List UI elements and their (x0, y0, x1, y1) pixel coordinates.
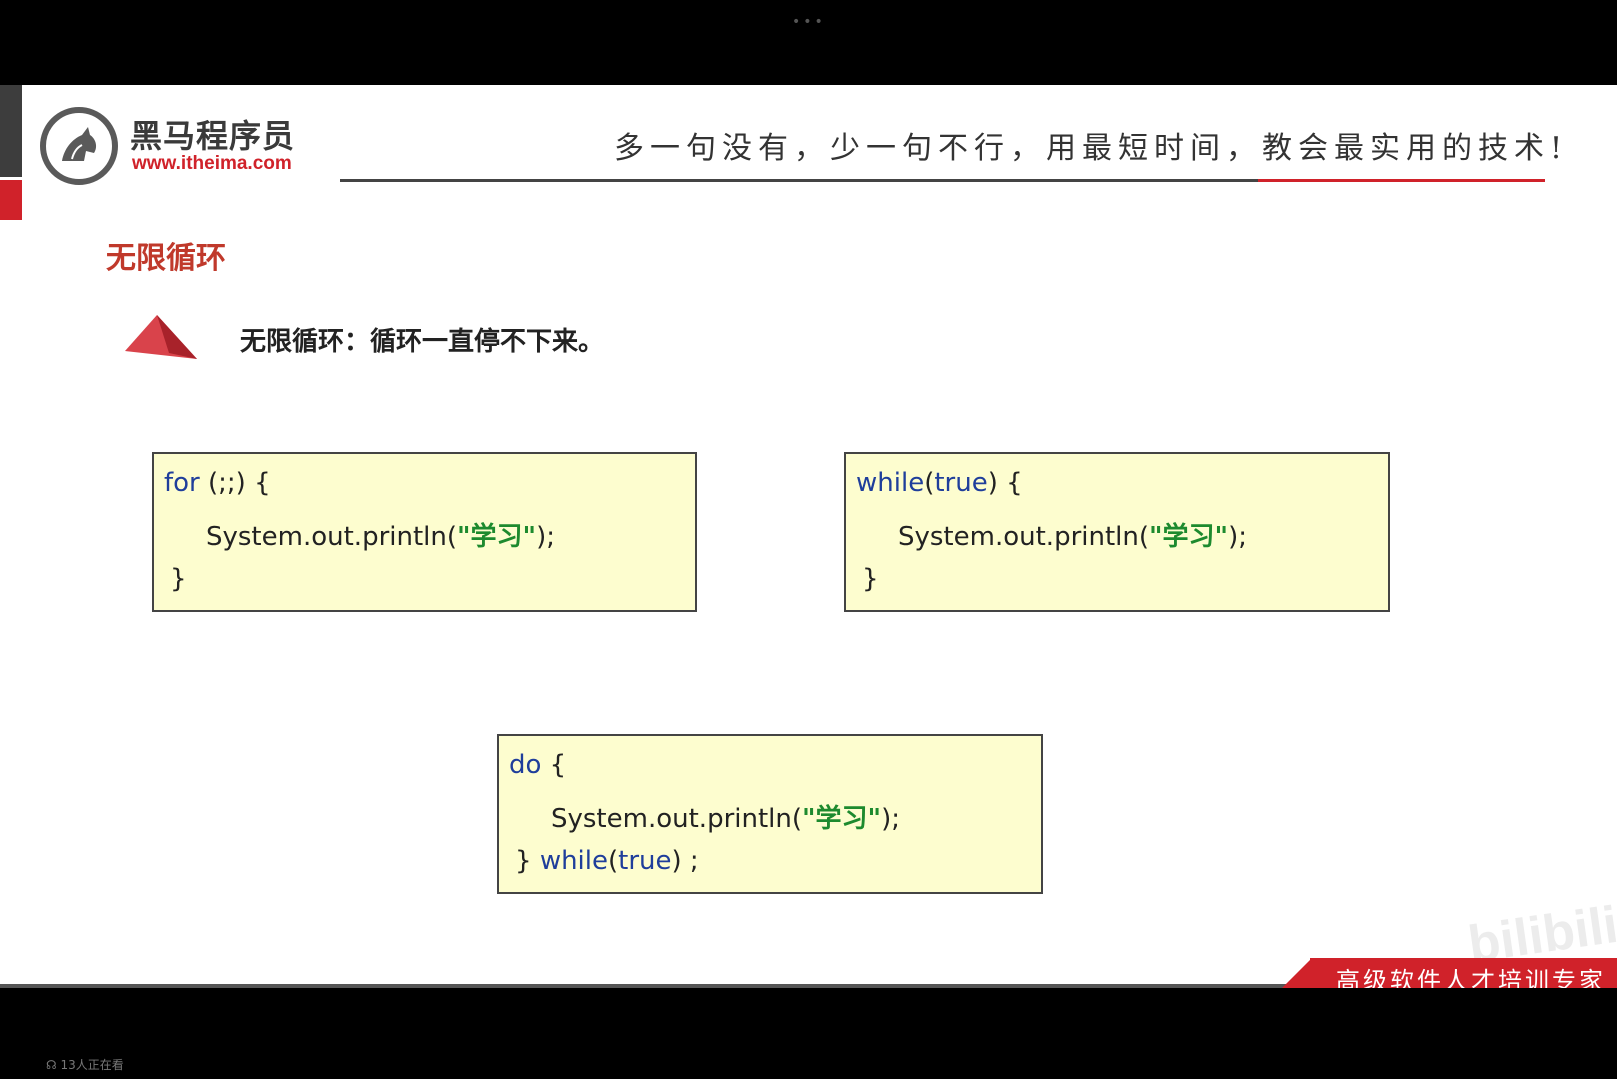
header-divider (340, 179, 1258, 182)
header-divider-accent (1258, 179, 1545, 182)
code-line-2: System.out.println("学习"); (898, 516, 1247, 553)
logo-url: www.itheima.com (132, 153, 292, 174)
left-accent-gray (0, 85, 22, 177)
horse-logo-icon (40, 107, 118, 185)
code-text: ) { (987, 468, 1023, 498)
code-text: ( (608, 846, 619, 876)
code-text: { (541, 750, 567, 780)
code-keyword: true (934, 468, 988, 498)
code-keyword: true (618, 846, 672, 876)
code-keyword: while (856, 468, 925, 498)
footer-badge-tip (1276, 958, 1312, 988)
viewer-count: ☊ 13人正在看 (46, 1056, 124, 1073)
code-line-1: do { (509, 750, 566, 780)
logo: 黑马程序员 www.itheima.com (40, 107, 330, 189)
code-line-1: while(true) { (856, 468, 1023, 498)
code-text: } (862, 564, 879, 594)
code-text: ); (1228, 522, 1247, 552)
code-keyword: do (509, 750, 542, 780)
code-line-2: System.out.println("学习"); (206, 516, 555, 553)
code-string: "学习" (457, 522, 537, 552)
code-line-3: } (170, 564, 187, 594)
window-drag-handle[interactable]: ••• (792, 14, 826, 30)
code-text: (;;) { (199, 468, 271, 498)
code-text: ( (924, 468, 935, 498)
slogan: 多一句没有，少一句不行，用最短时间，教会最实用的技术! (614, 131, 1569, 166)
code-text: ) ; (671, 846, 699, 876)
code-text: ); (881, 804, 900, 834)
code-keyword: for (164, 468, 200, 498)
code-text: System.out.println( (206, 522, 457, 552)
slide: 黑马程序员 www.itheima.com 多一句没有，少一句不行，用最短时间，… (0, 85, 1617, 988)
code-string: "学习" (802, 804, 882, 834)
code-text: System.out.println( (898, 522, 1149, 552)
triangle-bullet-icon (125, 313, 200, 367)
code-line-3: } (862, 564, 879, 594)
code-line-3: } while(true) ; (515, 846, 699, 876)
code-box-while: while(true) { System.out.println("学习"); … (844, 452, 1390, 612)
code-string: "学习" (1149, 522, 1229, 552)
section-title: 无限循环 (106, 241, 226, 276)
headphone-icon: ☊ (46, 1058, 61, 1072)
left-accent-red (0, 180, 22, 220)
code-keyword: while (539, 846, 608, 876)
code-line-2: System.out.println("学习"); (551, 798, 900, 835)
viewer-count-text: 13人正在看 (60, 1058, 124, 1072)
code-text: System.out.println( (551, 804, 802, 834)
code-text: } (515, 846, 540, 876)
code-text: } (170, 564, 187, 594)
code-box-for: for (;;) { System.out.println("学习"); } (152, 452, 697, 612)
code-box-do-while: do { System.out.println("学习"); } while(t… (497, 734, 1043, 894)
logo-name: 黑马程序员 (130, 117, 296, 155)
bullet-text: 无限循环：循环一直停不下来。 (240, 327, 605, 357)
footer-badge-text: 高级软件人才培训专家 (1336, 967, 1606, 988)
code-text: ); (536, 522, 555, 552)
code-line-1: for (;;) { (164, 468, 271, 498)
